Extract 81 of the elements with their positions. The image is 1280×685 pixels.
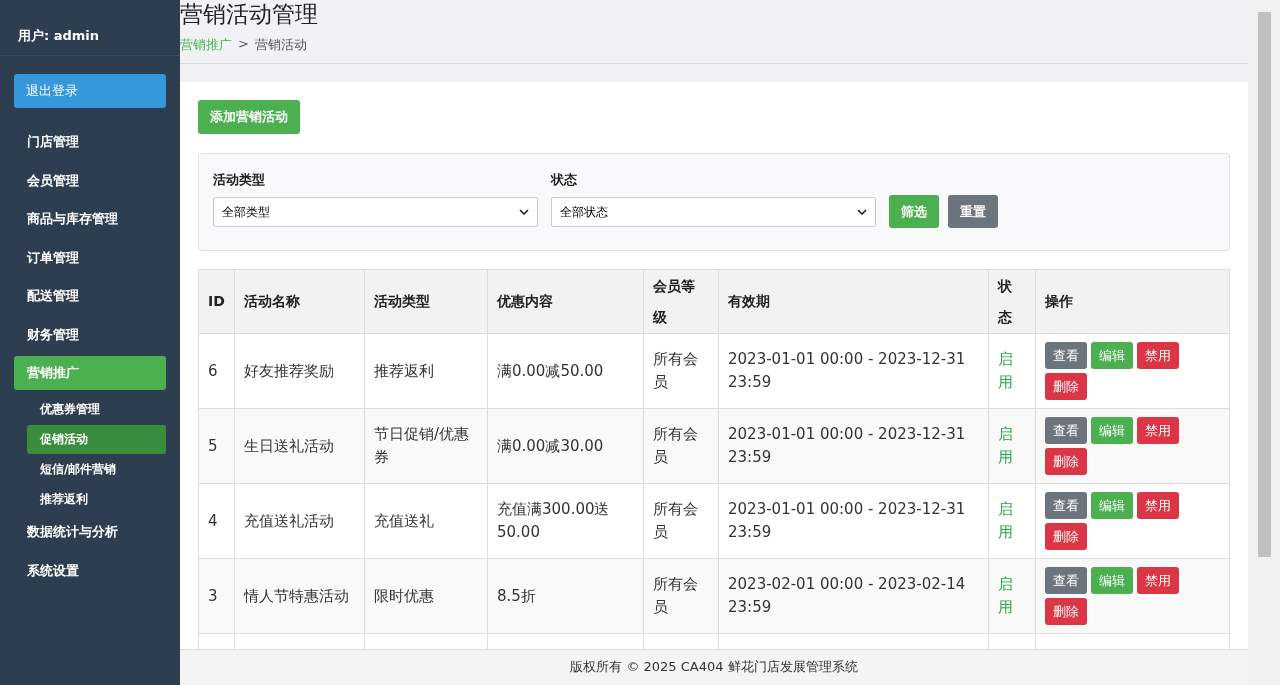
page-title: 营销活动管理 (180, 0, 319, 28)
table-cell: 充值送礼活动 (234, 483, 365, 559)
status-cell: 启用 (988, 558, 1036, 634)
breadcrumb-link[interactable]: 营销推广 (180, 36, 232, 54)
status-cell: 启用 (988, 483, 1036, 559)
filter-button[interactable]: 筛选 (889, 195, 939, 228)
caret-icon (519, 209, 529, 215)
disable-button[interactable]: 禁用 (1137, 492, 1179, 519)
select-field[interactable]: 全部状态 (551, 197, 876, 227)
table-cell: 2023-01-01 00:00 - 2023-12-31 23:59 (718, 408, 989, 484)
table-cell: 所有会员 (643, 483, 719, 559)
nav-item[interactable]: 订单管理 (14, 240, 166, 279)
nav-item[interactable]: 会员管理 (14, 163, 166, 202)
view-button[interactable]: 查看 (1045, 567, 1087, 594)
column-header: 会员等级 (643, 269, 719, 334)
nav-item[interactable]: 商品与库存管理 (14, 202, 166, 241)
disable-button[interactable]: 禁用 (1137, 417, 1179, 444)
nav-subitem[interactable]: 短信/邮件营销 (27, 455, 166, 484)
footer-text: 版权所有 © 2025 CA404 鲜花门店发展管理系统 (180, 649, 1248, 685)
table-cell: 节日促销/优惠券 (364, 408, 488, 484)
table-cell: 充值满300.00送50.00 (487, 483, 644, 559)
table-cell: 3 (198, 558, 235, 634)
breadcrumb-text: 营销活动 (254, 36, 307, 54)
table-cell: 情人节特惠活动 (234, 558, 365, 634)
table-cell: 2023-02-01 00:00 - 2023-02-14 23:59 (718, 558, 989, 634)
column-header: 活动名称 (234, 269, 365, 334)
caret-icon (857, 209, 867, 215)
nav-item[interactable]: 系统设置 (14, 553, 166, 592)
view-button[interactable]: 查看 (1045, 492, 1087, 519)
table-cell: 好友推荐奖励 (234, 333, 365, 409)
disable-button[interactable]: 禁用 (1137, 567, 1179, 594)
table-cell: 4 (198, 483, 235, 559)
edit-button[interactable]: 编辑 (1091, 342, 1133, 369)
table-cell: 2023-01-01 00:00 - 2023-12-31 23:59 (718, 333, 989, 409)
table-cell: 生日送礼活动 (234, 408, 365, 484)
delete-button[interactable]: 删除 (1045, 523, 1087, 550)
table-cell: 限时优惠 (364, 558, 488, 634)
column-header: ID (198, 269, 235, 334)
nav-item[interactable]: 财务管理 (14, 317, 166, 356)
nav-item[interactable]: 配送管理 (14, 279, 166, 318)
table-cell: 所有会员 (643, 333, 719, 409)
scrollbar[interactable] (1248, 0, 1280, 685)
nav-item[interactable]: 门店管理 (14, 125, 166, 164)
delete-button[interactable]: 删除 (1045, 373, 1087, 400)
delete-button[interactable]: 删除 (1045, 448, 1087, 475)
table-cell: 所有会员 (643, 408, 719, 484)
column-header: 活动类型 (364, 269, 488, 334)
table-cell: 充值送礼 (364, 483, 488, 559)
delete-button[interactable]: 删除 (1045, 598, 1087, 625)
status-cell: 启用 (988, 333, 1036, 409)
nav-item[interactable]: 数据统计与分析 (14, 515, 166, 554)
table-cell: 6 (198, 333, 235, 409)
filter-label: 状态 (551, 171, 578, 189)
edit-button[interactable]: 编辑 (1091, 492, 1133, 519)
select-field[interactable]: 全部类型 (213, 197, 538, 227)
column-header: 优惠内容 (487, 269, 644, 334)
edit-button[interactable]: 编辑 (1091, 417, 1133, 444)
add-button[interactable]: 添加营销活动 (198, 100, 300, 134)
view-button[interactable]: 查看 (1045, 417, 1087, 444)
table-cell: 满0.00减30.00 (487, 408, 644, 484)
nav-subitem[interactable]: 推荐返利 (27, 485, 166, 514)
edit-button[interactable]: 编辑 (1091, 567, 1133, 594)
nav-item[interactable]: 营销推广 (14, 356, 166, 390)
table-cell: 满0.00减50.00 (487, 333, 644, 409)
nav-subitem[interactable]: 促销活动 (27, 425, 166, 454)
status-cell: 启用 (988, 408, 1036, 484)
reset-button[interactable]: 重置 (948, 195, 998, 228)
table-cell: 推荐返利 (364, 333, 488, 409)
filter-label: 活动类型 (213, 171, 266, 189)
table-cell: 5 (198, 408, 235, 484)
column-header: 状态 (988, 269, 1036, 334)
table-cell: 8.5折 (487, 558, 644, 634)
breadcrumb-text: > (238, 36, 249, 53)
view-button[interactable]: 查看 (1045, 342, 1087, 369)
column-header: 操作 (1035, 269, 1230, 334)
logout-button[interactable]: 退出登录 (14, 74, 166, 108)
nav-subitem[interactable]: 优惠券管理 (27, 395, 166, 424)
disable-button[interactable]: 禁用 (1137, 342, 1179, 369)
table-cell: 所有会员 (643, 558, 719, 634)
table-cell: 2023-01-01 00:00 - 2023-12-31 23:59 (718, 483, 989, 559)
column-header: 有效期 (718, 269, 989, 334)
